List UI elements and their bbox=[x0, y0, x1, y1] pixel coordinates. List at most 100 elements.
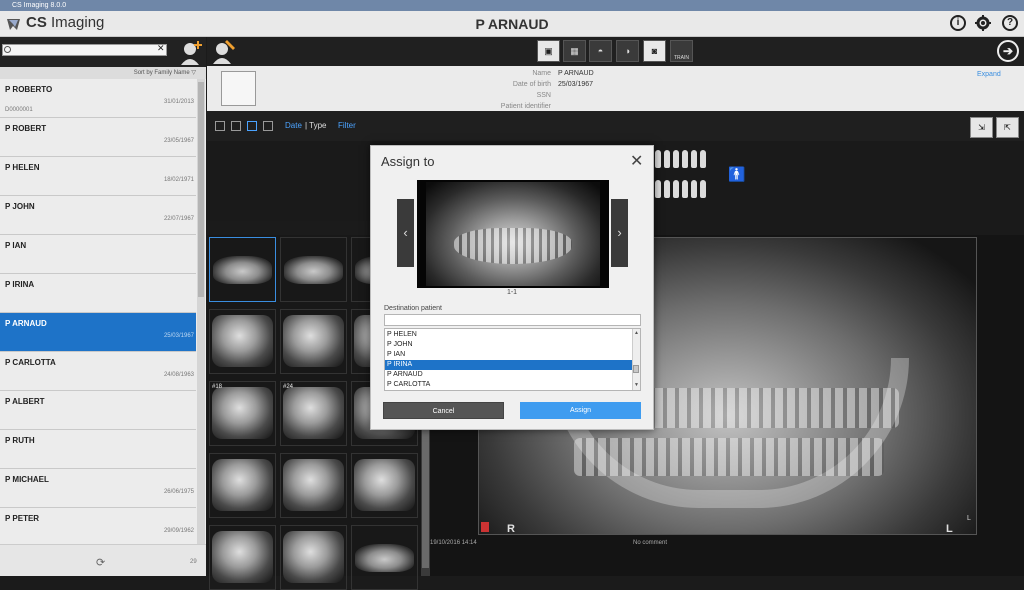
dental-chart-teeth[interactable] bbox=[655, 148, 715, 208]
destination-list-scroll-thumb[interactable] bbox=[633, 365, 639, 373]
tooth-icon[interactable] bbox=[664, 180, 670, 198]
patient-list-item[interactable]: P CARLOTTA 24/08/1963 bbox=[0, 352, 196, 391]
person-icon[interactable]: 🚹 bbox=[728, 166, 745, 183]
tooth-icon[interactable] bbox=[673, 180, 679, 198]
thumbnail-image bbox=[355, 544, 414, 572]
expand-link[interactable]: Expand bbox=[977, 71, 1001, 78]
delete-icon[interactable] bbox=[481, 522, 489, 532]
patient-list-item[interactable]: P ARNAUD 25/03/1967 bbox=[0, 313, 196, 352]
destination-option[interactable]: P IRINA bbox=[385, 360, 632, 370]
patient-search-input[interactable] bbox=[2, 44, 167, 56]
add-patient-button[interactable] bbox=[178, 39, 204, 65]
thumbnail-image bbox=[283, 531, 344, 583]
patient-name: P ALBERT bbox=[5, 397, 45, 406]
destination-patient-input[interactable] bbox=[384, 314, 641, 326]
settings-gear-icon[interactable] bbox=[975, 15, 991, 31]
image-thumbnail[interactable]: #18 bbox=[209, 381, 276, 446]
patient-list-item[interactable]: P ROBERT 23/05/1967 bbox=[0, 118, 196, 157]
patient-list-item[interactable]: P IRINA bbox=[0, 274, 196, 313]
patient-photo[interactable] bbox=[221, 71, 256, 106]
tooth-icon[interactable] bbox=[673, 150, 679, 168]
sort-by-date-link[interactable]: Date bbox=[285, 121, 302, 130]
tooth-icon[interactable] bbox=[664, 150, 670, 168]
thumbnail-image bbox=[213, 256, 272, 284]
cancel-button[interactable]: Cancel bbox=[383, 402, 504, 419]
image-thumbnail[interactable] bbox=[351, 453, 418, 518]
destination-option[interactable]: P ARNAUD bbox=[385, 370, 632, 380]
cbct-button[interactable]: ◙ bbox=[643, 40, 666, 62]
patient-list-scroll-thumb[interactable] bbox=[198, 82, 204, 297]
acquisition-icon[interactable] bbox=[211, 38, 237, 64]
destination-option[interactable]: P CARLOTTA bbox=[385, 380, 632, 390]
patient-list-item[interactable]: P HELEN 18/02/1971 bbox=[0, 157, 196, 196]
image-thumbnail[interactable] bbox=[209, 525, 276, 590]
patient-list-item[interactable]: P IAN bbox=[0, 235, 196, 274]
refresh-icon[interactable]: ⟳ bbox=[96, 556, 105, 569]
image-thumbnail[interactable] bbox=[280, 525, 347, 590]
info-label-dob: Date of birth bbox=[512, 81, 551, 88]
next-image-arrow[interactable]: › bbox=[611, 199, 628, 267]
image-comment[interactable]: No comment bbox=[633, 540, 667, 546]
image-thumbnail[interactable]: #24 bbox=[280, 381, 347, 446]
image-thumbnail[interactable] bbox=[280, 453, 347, 518]
sort-by-type-link[interactable]: | Type bbox=[305, 121, 327, 130]
destination-option[interactable]: P JOHN bbox=[385, 340, 632, 350]
image-thumbnail[interactable] bbox=[209, 237, 276, 302]
train-button[interactable]: TRAIN bbox=[670, 40, 693, 62]
patient-birth-date: 24/08/1963 bbox=[163, 372, 194, 378]
patient-list-item[interactable]: P MICHAEL 26/06/1975 bbox=[0, 469, 196, 508]
tooth-icon[interactable] bbox=[655, 180, 661, 198]
image-thumbnail[interactable] bbox=[280, 237, 347, 302]
destination-option[interactable]: P HELEN bbox=[385, 330, 632, 340]
patient-birth-date: 22/07/1967 bbox=[163, 216, 194, 222]
tooth-icon[interactable] bbox=[700, 180, 706, 198]
grid-large-icon[interactable] bbox=[215, 121, 225, 131]
destination-list-scrollbar[interactable] bbox=[632, 329, 640, 390]
image-thumbnail[interactable] bbox=[351, 525, 418, 590]
clear-search-icon[interactable]: ✕ bbox=[157, 43, 165, 54]
close-icon[interactable]: ✕ bbox=[630, 151, 643, 171]
panoramic-button[interactable]: ◑ bbox=[616, 40, 639, 62]
import-button[interactable]: ⇱ bbox=[996, 117, 1019, 138]
tooth-icon[interactable] bbox=[682, 150, 688, 168]
tooth-icon[interactable] bbox=[655, 150, 661, 168]
intraoral-camera-button[interactable]: ◓ bbox=[589, 40, 612, 62]
patient-name: P JOHN bbox=[5, 202, 35, 211]
patient-list-item[interactable]: P JOHN 22/07/1967 bbox=[0, 196, 196, 235]
filter-link[interactable]: Filter bbox=[338, 121, 356, 130]
sort-by-family-name[interactable]: Sort by Family Name ▽ bbox=[0, 67, 206, 79]
preview-teeth bbox=[454, 228, 572, 264]
tooth-icon[interactable] bbox=[682, 180, 688, 198]
image-thumbnail[interactable] bbox=[280, 309, 347, 374]
assign-button[interactable]: Assign bbox=[520, 402, 641, 419]
monitor-view-icon[interactable] bbox=[263, 121, 273, 131]
destination-patient-list[interactable]: ▲ ▼ P HELEN P JOHN P IAN P IRINA P ARNAUD P C… bbox=[384, 328, 641, 391]
tooth-icon[interactable] bbox=[700, 150, 706, 168]
search-bar: ✕ bbox=[0, 37, 206, 67]
dental-chart-button[interactable]: ▦ bbox=[563, 40, 586, 62]
patient-name: P ROBERTO bbox=[5, 85, 53, 94]
scroll-up-icon[interactable]: ▲ bbox=[634, 330, 639, 336]
tooth-icon[interactable] bbox=[691, 180, 697, 198]
split-view-icon[interactable] bbox=[247, 121, 257, 131]
export-button[interactable]: ⇲ bbox=[970, 117, 993, 138]
tooth-icon[interactable] bbox=[691, 150, 697, 168]
destination-option[interactable]: P IAN bbox=[385, 350, 632, 360]
info-value-name: P ARNAUD bbox=[558, 70, 594, 77]
grid-small-icon[interactable] bbox=[231, 121, 241, 131]
current-patient-name: P ARNAUD bbox=[475, 16, 549, 32]
thumbnail-image bbox=[283, 459, 344, 511]
patient-list-item[interactable]: P RUTH bbox=[0, 430, 196, 469]
help-icon[interactable]: ? bbox=[1002, 15, 1018, 31]
patient-list-item[interactable]: P PETER 29/09/1962 bbox=[0, 508, 196, 547]
info-icon[interactable]: i bbox=[950, 15, 966, 31]
image-thumbnail[interactable] bbox=[209, 309, 276, 374]
patient-list-item[interactable]: P ROBERTO 31/01/2013 D0000001 bbox=[0, 79, 196, 118]
patient-birth-date: 31/01/2013 bbox=[163, 99, 194, 105]
next-arrow-icon[interactable]: ➔ bbox=[997, 40, 1019, 62]
intraoral-sensor-button[interactable]: ▣ bbox=[537, 40, 560, 62]
patient-list-item[interactable]: P ALBERT bbox=[0, 391, 196, 430]
image-thumbnail[interactable] bbox=[209, 453, 276, 518]
previous-image-arrow[interactable]: ‹ bbox=[397, 199, 414, 267]
scroll-down-icon[interactable]: ▼ bbox=[634, 382, 639, 388]
